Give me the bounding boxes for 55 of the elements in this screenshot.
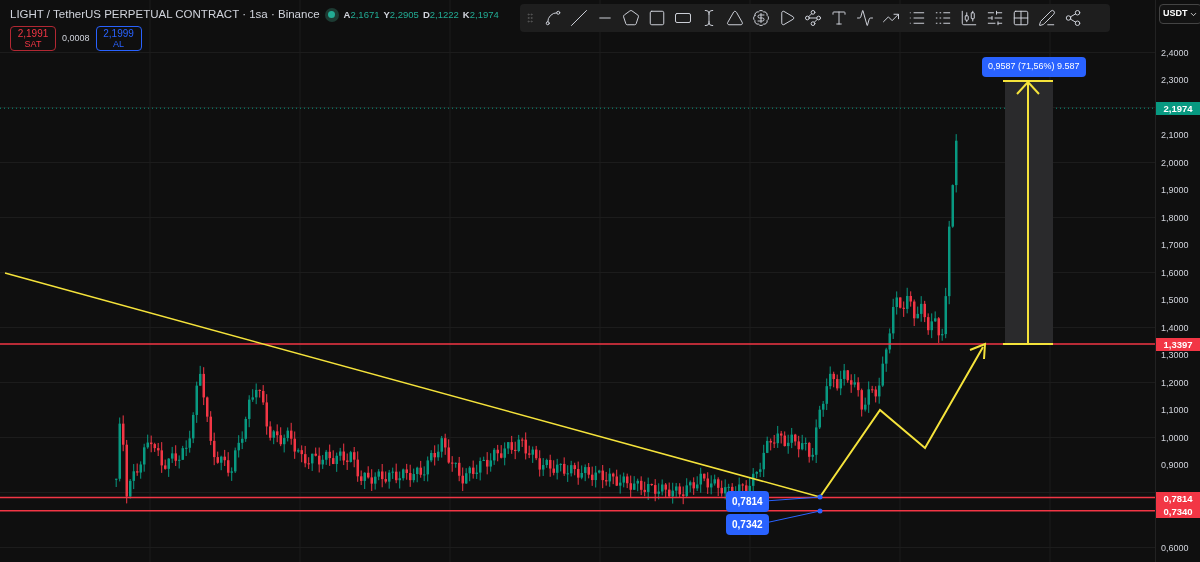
ohlc-label: A <box>343 7 351 22</box>
price-tag: 1,3397 <box>1156 338 1200 352</box>
pentagon-icon[interactable] <box>622 9 640 27</box>
axis-tick-label: 1,1000 <box>1161 404 1189 417</box>
axis-tick-label: 1,2000 <box>1161 376 1189 390</box>
pen-icon[interactable] <box>1038 9 1056 27</box>
list-icon[interactable] <box>908 9 926 27</box>
ohlc-value: 2,2905 <box>389 7 419 22</box>
axis-tick-label: 1,0000 <box>1161 431 1189 445</box>
measure-label: 0,9587 (71,56%) 9.587 <box>982 57 1086 77</box>
price-point-label: 0,7342 <box>726 514 769 535</box>
price-point-label: 0,7814 <box>726 491 769 512</box>
axis-tick-label: 1,5000 <box>1161 294 1189 307</box>
axis-tick-label: 0,6000 <box>1161 541 1189 555</box>
share-nodes-icon[interactable] <box>1064 9 1082 27</box>
pulse-icon[interactable] <box>856 9 874 27</box>
square-icon[interactable] <box>648 9 666 27</box>
currency-dropdown[interactable]: USDT <box>1159 4 1200 24</box>
waypoints-icon[interactable] <box>804 9 822 27</box>
slash-icon[interactable] <box>570 9 588 27</box>
axis-tick-label: 1,6000 <box>1161 266 1189 280</box>
anchor-point <box>817 494 823 500</box>
list-lines-icon[interactable] <box>934 9 952 27</box>
axis-tick-label: 2,0000 <box>1161 156 1189 170</box>
sliders-icon[interactable] <box>986 9 1004 27</box>
spread-value: 0,0008 <box>62 32 90 45</box>
price-tag: 0,7814 <box>1156 491 1200 505</box>
anchor-point <box>817 508 823 514</box>
ohlc-label: K <box>462 7 470 22</box>
axis-tick-label: 2,1000 <box>1161 129 1189 142</box>
buy-button[interactable]: 2,1999 AL <box>95 26 142 52</box>
ohlc-label: D <box>422 7 430 22</box>
sell-button[interactable]: 2,1991 SAT <box>10 26 56 52</box>
ohlc-value: 2,1222 <box>429 7 459 22</box>
price-tag: 2,1974 <box>1156 102 1200 116</box>
dollar-badge-icon[interactable] <box>752 9 770 27</box>
ohlc-value: 2,1671 <box>350 7 380 22</box>
axis-tick-label: 2,4000 <box>1161 46 1189 60</box>
axis-tick-label: 2,3000 <box>1161 74 1189 87</box>
symbol-title: LIGHT / TetherUS PERPETUAL CONTRACT · 1sa · Binance <box>10 7 320 22</box>
axis-tick-label: 1,9000 <box>1161 184 1189 197</box>
axis-tick-label: 1,8000 <box>1161 211 1189 225</box>
spline-icon[interactable] <box>544 9 562 27</box>
grid-icon[interactable] <box>1012 9 1030 27</box>
axis-tick-label: 1,4000 <box>1161 321 1189 335</box>
triangle-icon[interactable] <box>726 9 744 27</box>
grip-icon[interactable] <box>524 12 536 24</box>
text-icon[interactable] <box>830 9 848 27</box>
play-icon[interactable] <box>778 9 796 27</box>
axis-tick-label: 1,3000 <box>1161 350 1189 362</box>
ohlc-value: 2,1974 <box>469 7 499 22</box>
candlestick-icon[interactable] <box>960 9 978 27</box>
ohlc-label: Y <box>383 7 390 22</box>
axis-tick-label: 1,7000 <box>1161 239 1189 252</box>
axis-tick-label: 0,9000 <box>1161 459 1189 472</box>
